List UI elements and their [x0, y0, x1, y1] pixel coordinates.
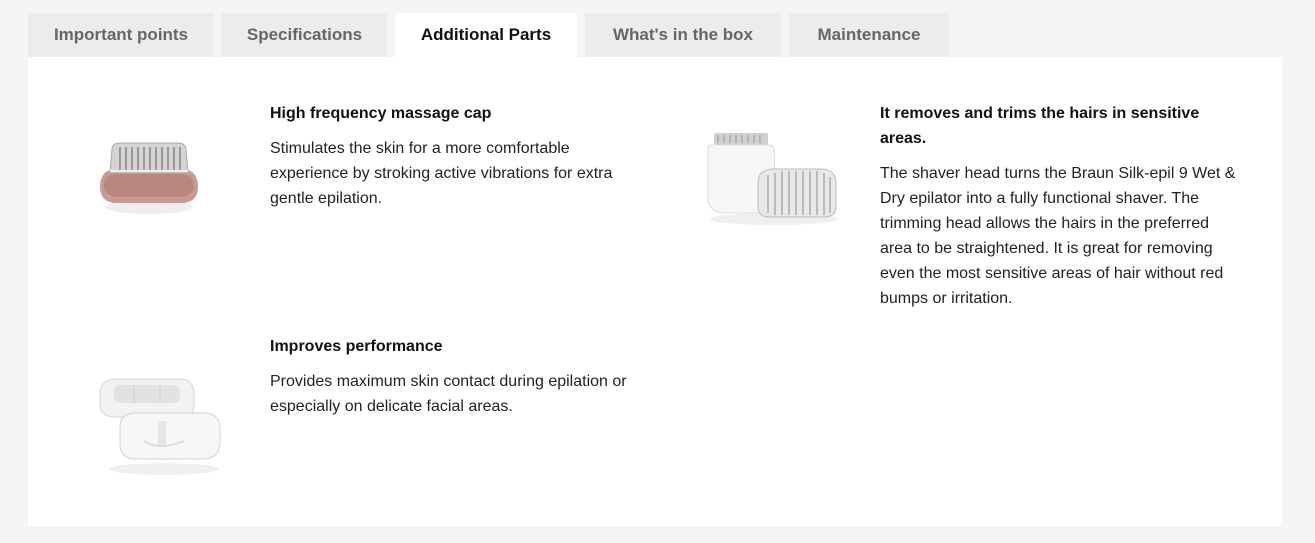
tab-whats-in-the-box[interactable]: What's in the box — [585, 13, 781, 57]
additional-parts-panel: High frequency massage cap Stimulates th… — [28, 57, 1282, 526]
facial-caps-image — [99, 378, 221, 475]
tab-important-points[interactable]: Important points — [28, 13, 214, 57]
part-facial-caps: Improves performance Provides maximum sk… — [270, 334, 630, 419]
tab-bar: Important points Specifications Addition… — [28, 13, 949, 57]
part-massage-cap: High frequency massage cap Stimulates th… — [270, 101, 615, 211]
part-description: Stimulates the skin for a more comfortab… — [270, 140, 613, 207]
tab-additional-parts[interactable]: Additional Parts — [395, 13, 577, 57]
tab-specifications[interactable]: Specifications — [222, 13, 387, 57]
tab-maintenance[interactable]: Maintenance — [789, 13, 949, 57]
part-title: Improves performance — [270, 338, 443, 355]
part-title: It removes and trims the hairs in sensit… — [880, 105, 1200, 147]
shaver-trimmer-heads-image — [707, 133, 838, 225]
massage-cap-image — [100, 142, 198, 214]
part-title: High frequency massage cap — [270, 105, 492, 122]
part-description: The shaver head turns the Braun Silk-epi… — [880, 165, 1236, 307]
part-shaver-trimmer: It removes and trims the hairs in sensit… — [880, 101, 1240, 311]
part-description: Provides maximum skin contact during epi… — [270, 373, 627, 415]
